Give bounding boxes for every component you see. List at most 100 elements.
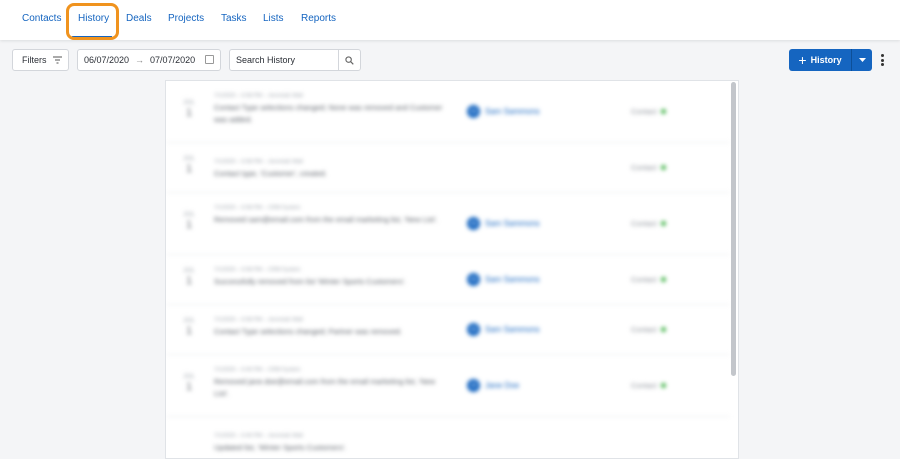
date-month: JUL [183,99,195,106]
avatar: SS [467,105,480,118]
avatar: SS [467,273,480,286]
record-type-label: Contact [631,219,657,228]
more-options-icon[interactable] [880,54,884,66]
date-stamp: JUL 1 [179,373,199,393]
history-description: Successfully removed from list 'Winter S… [214,277,407,286]
history-row[interactable]: JUL 1 7/1/2020 – 6:58 PM – CRM System Succe… [166,255,730,305]
related-person[interactable]: SS Sam Sammons [467,273,540,286]
caret-down-icon [858,58,866,62]
tab-lists[interactable]: Lists [263,13,284,24]
search-button[interactable] [338,50,360,70]
date-stamp: JUL 1 [179,211,199,231]
person-name: Sam Sammons [485,219,540,228]
status-dot-icon [660,383,666,388]
status-dot-icon [660,221,666,226]
history-description: Updated list, 'Winter Sports Customers'. [214,443,347,452]
date-month: JUL [183,373,195,380]
record-type: Contact [631,275,666,284]
date-stamp: JUL 1 [179,155,199,175]
history-description: Contact Type selections changed; None wa… [214,103,443,124]
date-to: 07/07/2020 [150,55,196,65]
history-description: Removed jane.doe@email.com from the emai… [214,377,436,398]
person-name: Jane Doe [485,381,520,390]
add-history-split-button: + History [789,49,872,71]
date-month: JUL [183,317,195,324]
record-type: Contact [631,107,666,116]
record-type: Contact [631,163,666,172]
history-row[interactable]: JUL 1 7/1/2020 – 6:58 PM – Jeremiah Wall Co… [166,143,730,193]
history-row[interactable]: JUL 1 7/1/2020 – 6:58 PM – CRM System Remov… [166,193,730,255]
history-list: JUL 1 7/1/2020 – 6:58 PM – Jeremiah Wall Co… [165,80,739,459]
history-meta: 7/1/2020 – 6:40 PM – Jeremiah Wall [214,433,303,439]
calendar-icon [205,55,214,64]
history-description: Contact Type selections changed; Partner… [214,327,402,336]
history-meta: 7/1/2020 – 6:58 PM – CRM System [214,205,301,211]
date-month: JUL [183,267,195,274]
history-row[interactable]: JUL 1 7/1/2020 – 6:40 PM – CRM System Remov… [166,355,730,417]
history-row[interactable]: JUL 1 7/1/2020 – 6:58 PM – Jeremiah Wall Co… [166,305,730,355]
date-day: 1 [185,381,193,393]
tab-contacts[interactable]: Contacts [22,13,61,24]
record-type: Contact [631,325,666,334]
avatar: SS [467,323,480,336]
tab-reports[interactable]: Reports [301,13,336,24]
filters-button[interactable]: Filters [12,49,69,71]
tab-deals[interactable]: Deals [126,13,152,24]
person-name: Sam Sammons [485,325,540,334]
record-type-label: Contact [631,163,657,172]
status-dot-icon [660,277,666,282]
search-icon [345,55,354,65]
avatar: JD [467,379,480,392]
date-day: 1 [185,325,193,337]
history-row[interactable]: 7/1/2020 – 6:40 PM – Jeremiah Wall Update… [166,417,730,458]
history-meta: 7/1/2020 – 6:58 PM – Jeremiah Wall [214,317,303,323]
related-person[interactable]: SS Sam Sammons [467,323,540,336]
avatar: SS [467,217,480,230]
date-arrow: → [135,55,145,65]
filters-label: Filters [22,55,47,65]
status-dot-icon [660,165,666,170]
history-meta: 7/1/2020 – 6:40 PM – CRM System [214,367,301,373]
date-day: 1 [185,163,193,175]
tab-highlight-box [66,3,119,40]
related-person[interactable]: SS Sam Sammons [467,105,540,118]
add-history-dropdown[interactable] [852,49,872,71]
search-input[interactable] [230,50,338,70]
record-type-label: Contact [631,325,657,334]
date-day: 1 [185,275,193,287]
record-type: Contact [631,381,666,390]
date-stamp [179,434,199,435]
tab-bar: Contacts History Deals Projects Tasks Li… [0,0,900,40]
history-meta: 7/1/2020 – 6:58 PM – Jeremiah Wall [214,159,303,165]
history-description: Removed sam@email.com from the email mar… [214,215,438,224]
add-history-button[interactable]: + History [789,49,851,71]
date-month: JUL [183,155,195,162]
add-history-label: History [810,55,842,65]
date-stamp: JUL 1 [179,317,199,337]
person-name: Sam Sammons [485,107,540,116]
date-month: JUL [183,211,195,218]
scrollbar[interactable] [731,82,736,376]
related-person[interactable]: SS Sam Sammons [467,217,540,230]
date-from: 06/07/2020 [84,55,130,65]
history-row[interactable]: JUL 1 7/1/2020 – 6:58 PM – Jeremiah Wall Co… [166,81,730,143]
related-person[interactable]: JD Jane Doe [467,379,519,392]
date-stamp: JUL 1 [179,99,199,119]
tab-projects[interactable]: Projects [168,13,204,24]
date-day: 1 [185,219,193,231]
date-range-picker[interactable]: 06/07/2020 → 07/07/2020 [77,49,221,71]
status-dot-icon [660,327,666,332]
tab-tasks[interactable]: Tasks [221,13,247,24]
person-name: Sam Sammons [485,275,540,284]
record-type: Contact [631,219,666,228]
history-meta: 7/1/2020 – 6:58 PM – CRM System [214,267,301,273]
record-type-label: Contact [631,275,657,284]
record-type-label: Contact [631,107,657,116]
status-dot-icon [660,109,666,114]
record-type-label: Contact [631,381,657,390]
plus-icon: + [798,51,807,68]
date-day: 1 [185,107,193,119]
search-box [229,49,361,71]
date-stamp: JUL 1 [179,267,199,287]
filter-icon [52,56,62,64]
